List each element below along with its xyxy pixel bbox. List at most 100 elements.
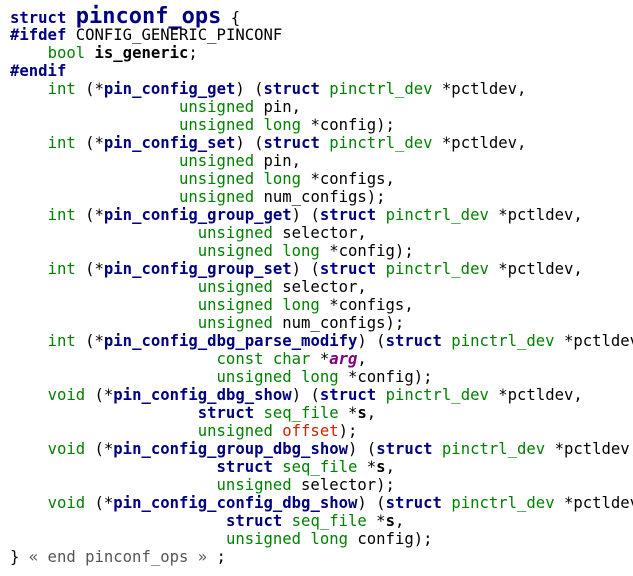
code-line: int (*pin_config_group_set) (struct pinc… <box>10 260 633 278</box>
code-token: struct <box>319 386 377 404</box>
code-token: (* <box>85 494 114 512</box>
code-token: void <box>47 494 86 512</box>
code-token: unsigned long <box>179 116 302 134</box>
code-token: pin_config_dbg_show <box>113 386 292 404</box>
code-token: struct <box>319 260 377 278</box>
code-token: pin_config_set <box>103 134 236 152</box>
code-token: struct <box>385 332 442 350</box>
code-line: void (*pin_config_dbg_show) (struct pinc… <box>10 386 633 404</box>
code-token: pinctrl_dev <box>385 386 489 404</box>
code-token: ; <box>207 548 226 566</box>
code-token: unsigned <box>179 98 255 116</box>
code-token: const char <box>216 350 311 368</box>
code-token: } <box>10 548 29 566</box>
code-token: s <box>357 404 367 422</box>
code-line: unsigned selector, <box>10 224 633 242</box>
code-token: * <box>338 404 358 422</box>
code-token: num_configs); <box>272 314 405 332</box>
code-token: s <box>376 458 386 476</box>
code-token: struct <box>263 134 320 152</box>
code-token: pinctrl_dev <box>451 332 555 350</box>
code-token: *config); <box>301 116 395 134</box>
code-token: *pctldev, <box>488 206 583 224</box>
code-token: pinctrl_dev <box>451 494 555 512</box>
code-token: #ifdef <box>10 26 67 44</box>
code-line: struct seq_file *s, <box>10 512 633 530</box>
code-token: int <box>47 134 76 152</box>
code-line: int (*pin_config_dbg_parse_modify) (stru… <box>10 332 633 350</box>
code-token: (* <box>75 80 104 98</box>
code-token: { <box>221 9 241 27</box>
code-token: (* <box>75 134 104 152</box>
code-token: s <box>385 512 395 530</box>
code-token: * <box>357 458 377 476</box>
code-token: struct <box>197 404 255 422</box>
code-token: unsigned long <box>179 170 302 188</box>
code-token: pin_config_group_get <box>103 206 292 224</box>
code-line: unsigned offset); <box>10 422 633 440</box>
code-token: pinctrl_dev <box>441 440 546 458</box>
code-line: unsigned long *config); <box>10 116 633 134</box>
code-token: bool <box>47 44 86 62</box>
code-token: unsigned <box>197 224 273 242</box>
code-line: unsigned long *config); <box>10 368 633 386</box>
code-token: pin_config_group_set <box>103 260 292 278</box>
code-token: * <box>366 512 386 530</box>
code-token: (* <box>85 440 114 458</box>
code-line: int (*pin_config_group_get) (struct pinc… <box>10 206 633 224</box>
code-token: struct <box>225 512 283 530</box>
code-token: void <box>47 386 86 404</box>
code-line: unsigned selector, <box>10 278 633 296</box>
code-token: unsigned <box>197 422 273 440</box>
code-token: , <box>385 458 395 476</box>
code-token: pinctrl_dev <box>329 134 433 152</box>
code-token: ) ( <box>291 206 320 224</box>
code-token: pin, <box>254 98 302 116</box>
code-token: unsigned long <box>216 368 339 386</box>
code-token: *pctldev, <box>432 80 527 98</box>
code-token: struct <box>319 206 377 224</box>
code-token: pinctrl_dev <box>329 80 433 98</box>
code-token: *config); <box>338 368 433 386</box>
code-token: seq_file <box>282 458 358 476</box>
code-token: pin_config_group_dbg_show <box>113 440 349 458</box>
code-token: unsigned <box>197 278 273 296</box>
code-token: struct <box>216 458 273 476</box>
code-token: seq_file <box>291 512 367 530</box>
code-token: unsigned long <box>197 242 320 260</box>
code-token: *config); <box>319 242 414 260</box>
code-line: void (*pin_config_group_dbg_show) (struc… <box>10 440 633 458</box>
code-token: struct <box>10 9 76 27</box>
code-token: ) ( <box>357 494 386 512</box>
code-token: ) ( <box>291 260 320 278</box>
code-token: CONFIG_GENERIC_PINCONF <box>66 26 283 44</box>
code-token: struct <box>263 80 320 98</box>
code-token: pin_config_config_dbg_show <box>113 494 358 512</box>
code-token: *pctldev, <box>488 260 583 278</box>
code-line: unsigned pin, <box>10 98 633 116</box>
code-token: (* <box>85 386 114 404</box>
code-token: ) ( <box>235 80 264 98</box>
code-line: bool is_generic; <box>10 44 633 62</box>
code-line: unsigned long *config); <box>10 242 633 260</box>
code-line: } « end pinconf_ops » ; <box>10 548 633 566</box>
